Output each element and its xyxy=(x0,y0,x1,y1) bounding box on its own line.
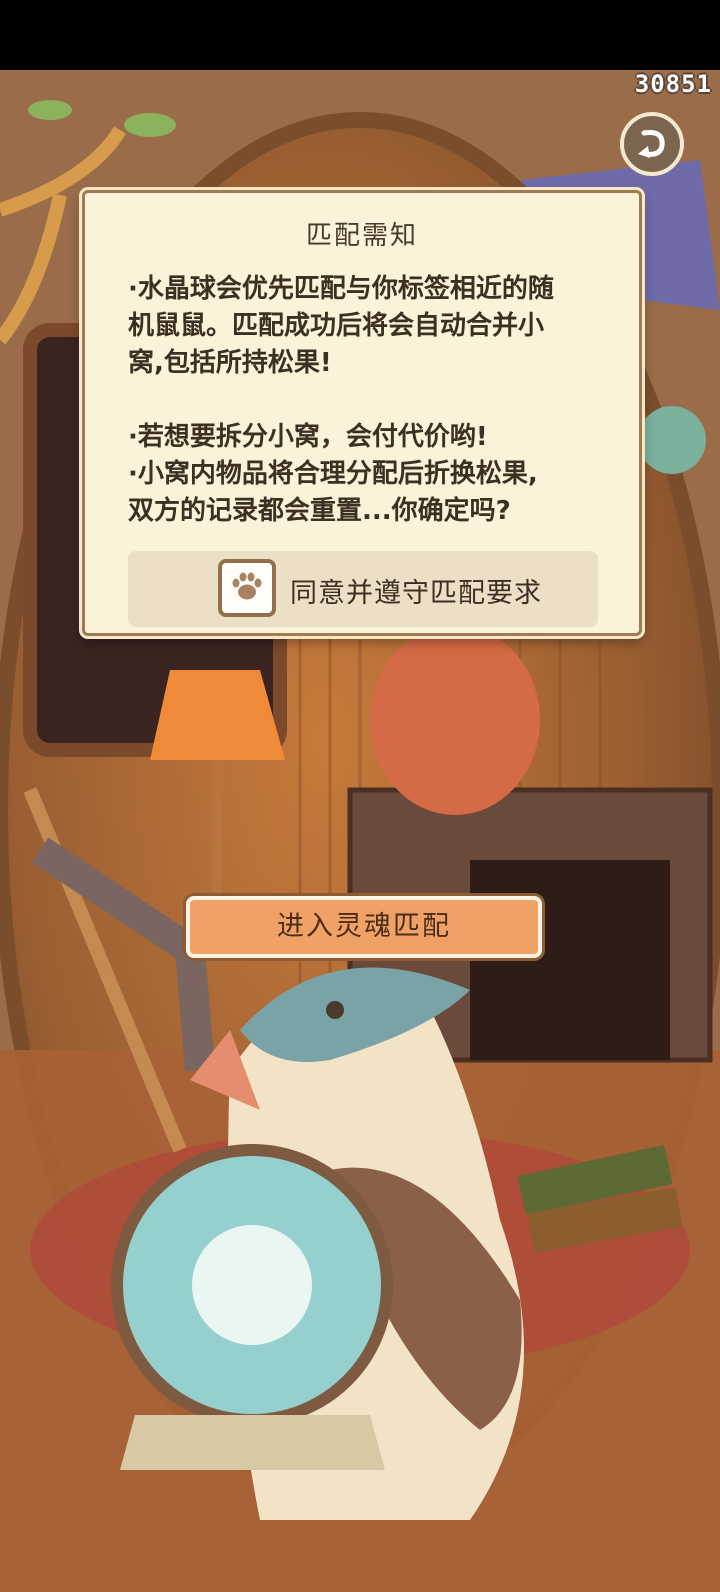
score-counter: 30851 xyxy=(634,70,712,98)
notice-line: 双方的记录都会重置...你确定吗? xyxy=(128,496,511,526)
undo-arrow-icon xyxy=(634,124,670,164)
notice-line: ·水晶球会优先匹配与你标签相近的随 xyxy=(128,274,554,304)
agree-label: 同意并遵守匹配要求 xyxy=(290,578,542,609)
enter-soul-match-button[interactable]: 进入灵魂匹配 xyxy=(186,896,542,958)
notice-line: 机鼠鼠。匹配成功后将会自动合并小 xyxy=(128,311,545,341)
notice-line: 窝,包括所持松果! xyxy=(128,348,332,378)
paw-icon xyxy=(229,568,265,608)
notice-line: ·小窝内物品将合理分配后折换松果, xyxy=(128,459,538,489)
agree-checkbox-row[interactable]: 同意并遵守匹配要求 xyxy=(128,551,598,627)
notice-title: 匹配需知 xyxy=(305,221,418,251)
status-bar xyxy=(0,0,720,70)
notice-line: ·若想要拆分小窝，会付代价哟! xyxy=(128,422,488,452)
notice-body: ·水晶球会优先匹配与你标签相近的随 机鼠鼠。匹配成功后将会自动合并小 窝,包括所… xyxy=(128,271,608,530)
back-button[interactable] xyxy=(620,112,684,176)
match-notice-dialog: 匹配需知 ·水晶球会优先匹配与你标签相近的随 机鼠鼠。匹配成功后将会自动合并小 … xyxy=(82,190,642,636)
agree-checkbox[interactable] xyxy=(218,559,276,617)
